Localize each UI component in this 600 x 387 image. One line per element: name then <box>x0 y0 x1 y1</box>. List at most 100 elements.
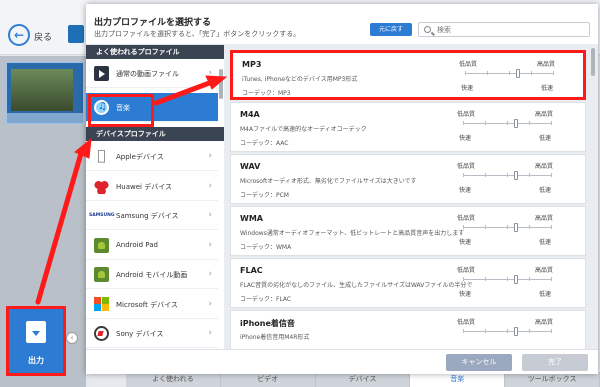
category-item[interactable]: 通常の動画ファイル › <box>86 59 218 88</box>
bottom-tab[interactable]: デバイス <box>316 372 411 387</box>
back-arrow-icon[interactable]: ← <box>8 24 30 46</box>
slider-tick <box>485 173 486 177</box>
category-label: Android モバイル動画 <box>116 271 188 279</box>
quality-slider-thumb[interactable] <box>513 275 518 284</box>
category-item[interactable]: Sony デバイス › <box>86 319 218 348</box>
slider-tick <box>463 329 464 333</box>
slider-tick <box>463 173 464 177</box>
category-label: Samsung デバイス <box>116 212 179 220</box>
profile-card[interactable]: M4A M4Aファイルで高速的なオーディオコーデック コーデック：AAC 低品質 高品質… <box>230 102 586 152</box>
quality-slider-thumb[interactable] <box>513 223 518 232</box>
microsoft-icon <box>94 296 109 312</box>
profile-card[interactable]: WAV Microsoftオーディオ形式、無劣化でファイルサイズは大きいです コーデ… <box>230 154 586 204</box>
done-button[interactable]: 完了 <box>522 354 588 371</box>
dialog-header: 出力プロファイルを選択する 出力プロファイルを選択すると、「完了」ボタンをクリッ… <box>86 4 598 44</box>
speed-fast-label: 快速 <box>459 291 472 298</box>
slider-tick <box>463 277 464 281</box>
slider-tick <box>465 71 466 75</box>
quality-low-label: 低品質 <box>457 111 476 118</box>
bottom-tab[interactable]: ツールボックス <box>505 372 600 387</box>
profile-description: Windows通常オーディオフォーマット、低ビットレートと高品質音声を出力します <box>240 230 465 237</box>
category-item[interactable]: Microsoft デバイス › <box>86 289 218 319</box>
profile-scrollbar[interactable] <box>591 48 595 76</box>
output-icon <box>26 321 46 343</box>
slider-tick <box>487 71 488 75</box>
speed-fast-label: 快速 <box>459 239 472 246</box>
slider-tick <box>551 277 552 281</box>
cancel-button[interactable]: キャンセル <box>446 354 512 371</box>
bottom-tab-bar: よく使われる ビデオ デバイス 音楽 ツールボックス <box>126 372 600 387</box>
slider-tick <box>485 225 486 229</box>
slider-tick <box>507 225 508 229</box>
profile-codec: コーデック：WMA <box>240 244 292 251</box>
speed-fast-label: 快速 <box>461 85 474 92</box>
category-label: Microsoft デバイス <box>116 300 178 309</box>
thumbnail-bar <box>7 113 83 123</box>
slider-tick <box>529 277 530 281</box>
profile-card[interactable]: iPhone着信音 iPhone着信音用M4R形式 低品質 高品質 <box>230 310 586 349</box>
slider-tick <box>485 329 486 333</box>
profile-codec: コーデック：MP3 <box>242 90 291 97</box>
film-icon[interactable] <box>68 25 84 43</box>
reset-button[interactable]: 元に戻す <box>370 23 412 36</box>
bottom-tab[interactable]: 音楽 <box>410 372 506 387</box>
profile-codec: コーデック：PCM <box>240 192 289 199</box>
profile-title: iPhone着信音 <box>240 319 295 328</box>
profile-description: M4Aファイルで高速的なオーディオコーデック <box>240 126 367 133</box>
category-label: Huawei デバイス <box>116 182 172 191</box>
chevron-right-icon: › <box>208 269 212 279</box>
chevron-right-icon: › <box>208 151 212 161</box>
music-highlight-box <box>88 94 154 127</box>
category-item[interactable]: Android モバイル動画 › <box>86 260 218 289</box>
bottom-tab[interactable]: よく使われる <box>126 372 221 387</box>
slider-tick <box>529 225 530 229</box>
profile-title: WMA <box>240 214 263 223</box>
slider-tick <box>463 121 464 125</box>
category-panel: よく使われるプロファイル デバイスプロファイル 通常の動画ファイル›音楽App… <box>86 44 224 349</box>
dialog-subtitle: 出力プロファイルを選択すると、「完了」ボタンをクリックする。 <box>94 30 301 38</box>
category-item[interactable]: Huawei デバイス › <box>86 171 218 201</box>
dialog-footer: キャンセル 完了 <box>86 349 598 374</box>
quality-high-label: 高品質 <box>537 61 556 68</box>
category-item[interactable]: SAMSUNG Samsung デバイス › <box>86 201 218 230</box>
apple-icon:  <box>94 149 109 164</box>
samsung-icon: SAMSUNG <box>89 213 115 218</box>
slider-tick <box>529 121 530 125</box>
category-scrollbar[interactable] <box>219 69 223 99</box>
slider-tick <box>485 121 486 125</box>
slider-tick <box>507 329 508 333</box>
quality-high-label: 高品質 <box>535 111 554 118</box>
output-label: 出力 <box>28 356 44 365</box>
category-item[interactable]: Android Pad › <box>86 230 218 260</box>
video-thumbnail[interactable] <box>6 62 84 124</box>
dialog-title: 出力プロファイルを選択する <box>94 18 212 28</box>
slider-tick <box>529 329 530 333</box>
speed-slow-label: 低速 <box>539 239 552 246</box>
profile-title: FLAC <box>240 266 263 275</box>
profile-card[interactable]: FLAC FLAC音質の劣化がなしのファイル、生成したファイルサイズはWAVファイ… <box>230 258 586 308</box>
quality-slider-thumb[interactable] <box>515 69 520 78</box>
slider-tick <box>507 121 508 125</box>
profile-card[interactable]: WMA Windows通常オーディオフォーマット、低ビットレートと高品質音声を出力… <box>230 206 586 256</box>
output-button[interactable]: 出力 <box>6 306 66 376</box>
profile-description: iTunes, iPhoneなどのデバイス用MP3形式 <box>242 76 358 83</box>
search-box[interactable] <box>418 22 590 37</box>
category-label: 通常の動画ファイル <box>116 70 179 78</box>
back-label[interactable]: 戻る <box>34 30 52 43</box>
android-mobile-icon <box>94 267 109 282</box>
collapse-button[interactable]: ‹ <box>66 332 78 344</box>
speed-slow-label: 低速 <box>539 291 552 298</box>
slider-tick <box>507 173 508 177</box>
quality-slider-thumb[interactable] <box>513 119 518 128</box>
slider-tick <box>531 71 532 75</box>
category-item[interactable]:  Appleデバイス › <box>86 142 218 171</box>
profile-card[interactable]: MP3 iTunes, iPhoneなどのデバイス用MP3形式 コーデック：MP3 低… <box>230 50 586 100</box>
quality-slider-thumb[interactable] <box>513 171 518 180</box>
search-input[interactable] <box>437 24 587 36</box>
video-file-icon <box>94 66 109 81</box>
profile-dialog: 出力プロファイルを選択する 出力プロファイルを選択すると、「完了」ボタンをクリッ… <box>86 4 598 374</box>
quality-slider-thumb[interactable] <box>513 327 518 336</box>
speed-fast-label: 快速 <box>459 135 472 142</box>
profile-title: M4A <box>240 110 260 119</box>
bottom-tab[interactable]: ビデオ <box>221 372 316 387</box>
